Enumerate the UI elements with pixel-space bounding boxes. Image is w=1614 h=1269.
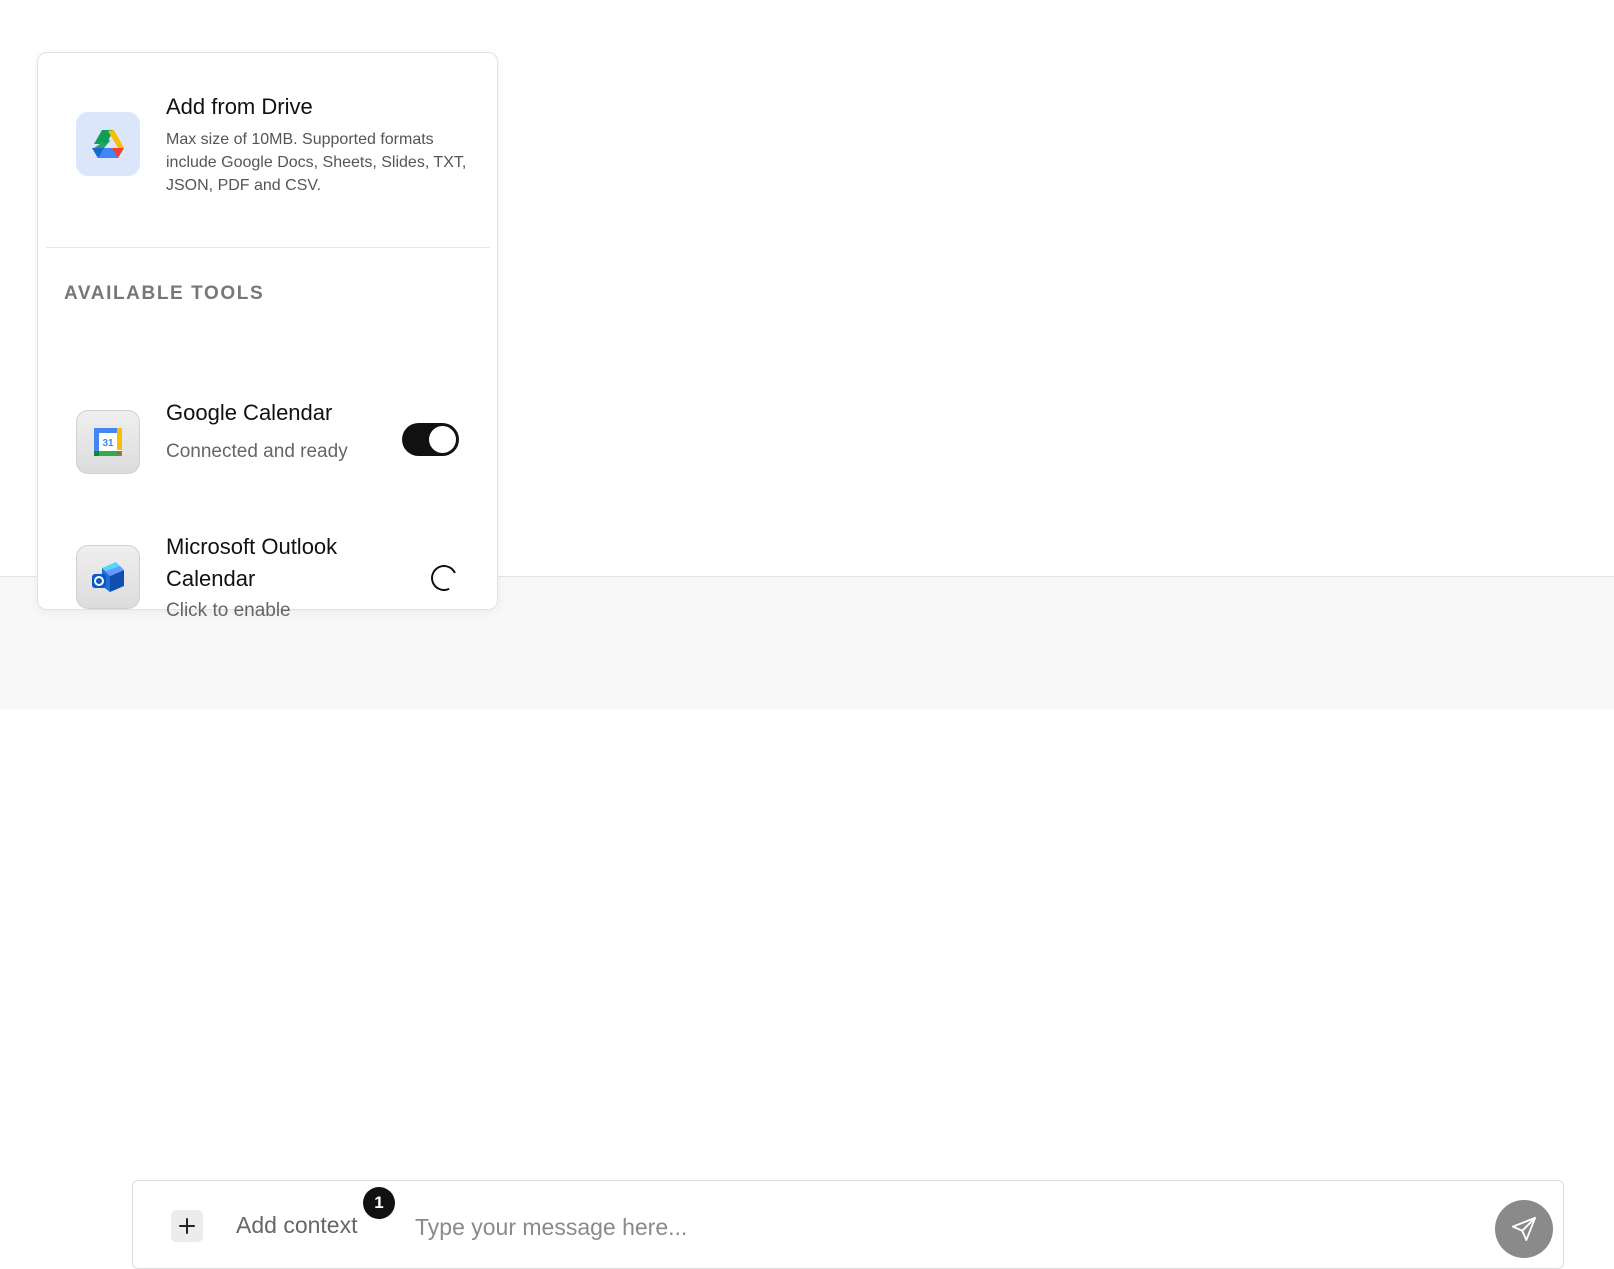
available-tools-heading: AVAILABLE TOOLS — [64, 283, 265, 304]
add-context-popover: Add from Drive Max size of 10MB. Support… — [37, 52, 498, 621]
svg-text:31: 31 — [102, 438, 114, 449]
outlook-calendar-icon — [92, 562, 124, 592]
loading-spinner-icon — [427, 561, 461, 595]
tool-name: Google Calendar — [166, 400, 333, 425]
message-composer: Add context 1 — [132, 1180, 1564, 1269]
send-icon — [1511, 1216, 1537, 1242]
add-from-drive-item[interactable]: Add from Drive Max size of 10MB. Support… — [38, 53, 497, 248]
add-context-button[interactable]: Add context — [236, 1212, 357, 1239]
context-count: 1 — [374, 1193, 384, 1212]
google-calendar-icon-tile: 31 — [76, 410, 140, 474]
google-drive-icon — [92, 130, 124, 158]
tool-google-calendar[interactable]: 31 Google Calendar Connected and ready — [38, 378, 497, 478]
tool-status: Click to enable — [166, 600, 291, 621]
context-count-badge: 1 — [363, 1187, 395, 1219]
popover-divider — [46, 247, 490, 248]
message-input[interactable] — [413, 1203, 1427, 1251]
tool-name: Microsoft Outlook Calendar — [166, 534, 338, 591]
drive-title: Add from Drive — [166, 94, 313, 119]
google-calendar-icon: 31 — [94, 428, 122, 456]
google-calendar-toggle[interactable] — [402, 423, 459, 456]
tool-status: Connected and ready — [166, 441, 348, 462]
add-context-plus-button[interactable] — [171, 1210, 203, 1242]
drive-icon-tile — [76, 112, 140, 176]
outlook-calendar-icon-tile — [76, 545, 140, 609]
tool-outlook-calendar[interactable]: Microsoft Outlook Calendar Click to enab… — [38, 508, 497, 628]
plus-icon — [179, 1218, 195, 1234]
send-button[interactable] — [1495, 1200, 1553, 1258]
drive-description: Max size of 10MB. Supported formats incl… — [166, 131, 467, 194]
toggle-knob — [429, 426, 456, 453]
